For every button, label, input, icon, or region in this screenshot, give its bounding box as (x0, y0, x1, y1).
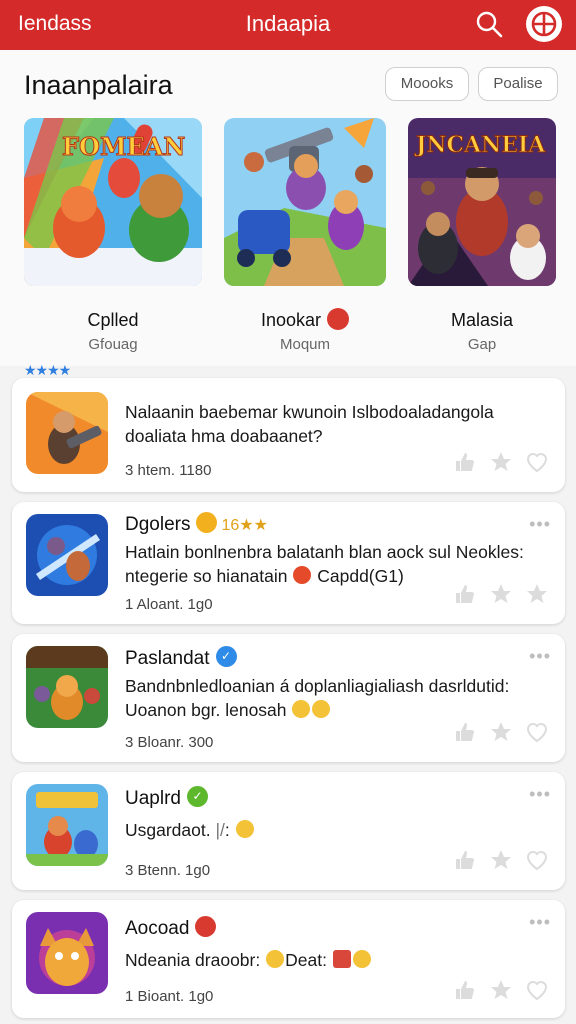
more-options-icon[interactable]: ••• (529, 646, 551, 667)
featured-game-name: Inookar (224, 308, 386, 332)
post-text-part: Usgardaot. (125, 820, 216, 840)
game-icon (26, 514, 108, 596)
game-icon (26, 784, 108, 866)
post-text: Usgardaot. |/: (125, 818, 545, 842)
post-author-rank: 16★★ (221, 517, 268, 534)
post-actions (453, 450, 549, 474)
star-icon[interactable] (525, 582, 549, 606)
heart-icon[interactable] (525, 720, 549, 744)
post-author-name: Aocoad (125, 918, 190, 939)
featured-game-name: Cplled (87, 310, 139, 330)
game-art-logo: FOMEAN (61, 132, 186, 162)
post-author-name: Paslandat (125, 648, 210, 669)
more-options-icon[interactable]: ••• (529, 514, 551, 535)
hot-badge-icon (195, 916, 217, 938)
heart-icon[interactable] (525, 978, 549, 1002)
star-icon[interactable] (489, 450, 513, 474)
more-options-icon[interactable]: ••• (529, 784, 551, 805)
verified-badge-icon: ✓ (215, 646, 237, 668)
post-actions (453, 848, 549, 872)
post-text-line-1: Nalaanin baebemar kwunoin Islbodoaladang… (125, 402, 494, 422)
rating-stars: ★★★★ (24, 362, 71, 378)
bars-icon: |/ (215, 820, 225, 840)
post-author-name: Uaplrd (125, 788, 181, 809)
post-text-part: Uoanon bgr. lenosah (125, 700, 287, 720)
featured-game-genre: Gfouag (88, 336, 138, 353)
thumb-up-icon[interactable] (453, 978, 477, 1002)
emoji-icon (235, 820, 254, 839)
post-text: Nalaanin baebemar kwunoin Islbodoaladang… (125, 400, 545, 448)
verified-badge-icon: ✓ (186, 786, 208, 808)
gold-badge-icon (196, 512, 218, 534)
post-text-line-2: doaliata hma doabaanet? (125, 426, 323, 446)
feed-card-1[interactable]: Nalaanin baebemar kwunoin Islbodoaladang… (12, 378, 565, 492)
game-icon (26, 392, 108, 474)
post-meta: 3 Btenn. 1g0 (125, 862, 211, 879)
post-actions (453, 978, 549, 1002)
post-text-part: Deat: (285, 950, 327, 970)
game-art-logo: JNCANEIA (415, 132, 546, 159)
post-text-line-2: Uoanon bgr. lenosah (125, 698, 545, 722)
post-meta: 1 Bioant. 1g0 (125, 988, 214, 1005)
emoji-icon (293, 566, 312, 585)
emoji-icon (332, 950, 351, 969)
post-text-part: Ndeania draoobr: (125, 950, 261, 970)
post-text-line-1: Bandnbnledloanian á doplanliagialiash da… (125, 676, 510, 696)
heart-icon[interactable] (525, 450, 549, 474)
post-meta: 1 Aloant. 1g0 (125, 596, 213, 613)
post-author: Uaplrd ✓ (125, 786, 208, 810)
emoji-icon (266, 950, 285, 969)
app-top-bar: Iendass Indaapia (0, 0, 576, 50)
heart-icon[interactable] (525, 848, 549, 872)
search-icon[interactable] (474, 9, 504, 39)
post-text: Ndeania draoobr: Deat: (125, 948, 545, 972)
post-text: Hatlain bonlnenbra balatanh blan aock su… (125, 540, 545, 588)
featured-section: Inaanpalaira Moooks Poalise FOMEAN Cplle… (0, 50, 576, 378)
filter-pill-1[interactable]: Moooks (385, 67, 469, 101)
post-author: Paslandat ✓ (125, 646, 237, 670)
post-text-part: : (224, 820, 230, 840)
star-icon[interactable] (489, 582, 513, 606)
post-author-name: Dgolers (125, 514, 191, 535)
featured-game-genre: Gap (467, 336, 497, 353)
featured-game-name: Malasia (450, 310, 514, 330)
post-text-line-1: Usgardaot. |/: (125, 818, 545, 842)
hot-badge-icon (327, 308, 350, 331)
post-author: Dgolers 16★★ (125, 512, 268, 536)
thumb-up-icon[interactable] (453, 582, 477, 606)
filter-pill-2[interactable]: Poalise (478, 67, 558, 101)
more-options-icon[interactable]: ••• (529, 912, 551, 933)
emoji-icon (312, 700, 331, 719)
game-icon (26, 912, 108, 994)
game-icon (26, 646, 108, 728)
globe-icon[interactable] (526, 6, 562, 42)
feed-card-4[interactable]: Uaplrd ✓ ••• Usgardaot. |/: 3 Btenn. 1g0 (12, 772, 565, 890)
feed-card-5[interactable]: Aocoad ••• Ndeania draoobr: Deat: 1 Bioa… (12, 900, 565, 1018)
featured-game-genre: Moqum (279, 336, 331, 353)
post-text-line-1: Hatlain bonlnenbra balatanh blan aock su… (125, 542, 524, 562)
star-icon[interactable] (489, 848, 513, 872)
emoji-icon (352, 950, 371, 969)
post-text-part: ntegerie so hianatain (125, 566, 288, 586)
star-icon[interactable] (489, 978, 513, 1002)
feed-card-2[interactable]: Dgolers 16★★ ••• Hatlain bonlnenbra balat… (12, 502, 565, 624)
thumb-up-icon[interactable] (453, 720, 477, 744)
emoji-icon (292, 700, 311, 719)
post-actions (453, 720, 549, 744)
section-title: Inaanpalaira (24, 70, 173, 100)
post-text: Bandnbnledloanian á doplanliagialiash da… (125, 674, 545, 722)
featured-game-name-text: Inookar (260, 310, 322, 330)
feed-card-3[interactable]: Paslandat ✓ ••• Bandnbnledloanian á dopla… (12, 634, 565, 762)
post-text-part: Capdd(G1) (317, 566, 404, 586)
post-actions (453, 582, 549, 606)
post-text-line-1: Ndeania draoobr: Deat: (125, 948, 545, 972)
post-meta: 3 Bloanr. 300 (125, 734, 214, 751)
star-icon[interactable] (489, 720, 513, 744)
thumb-up-icon[interactable] (453, 848, 477, 872)
game-art-thumbnail (224, 118, 386, 286)
post-author: Aocoad (125, 916, 217, 940)
thumb-up-icon[interactable] (453, 450, 477, 474)
post-meta: 3 htem. 1180 (125, 462, 212, 479)
